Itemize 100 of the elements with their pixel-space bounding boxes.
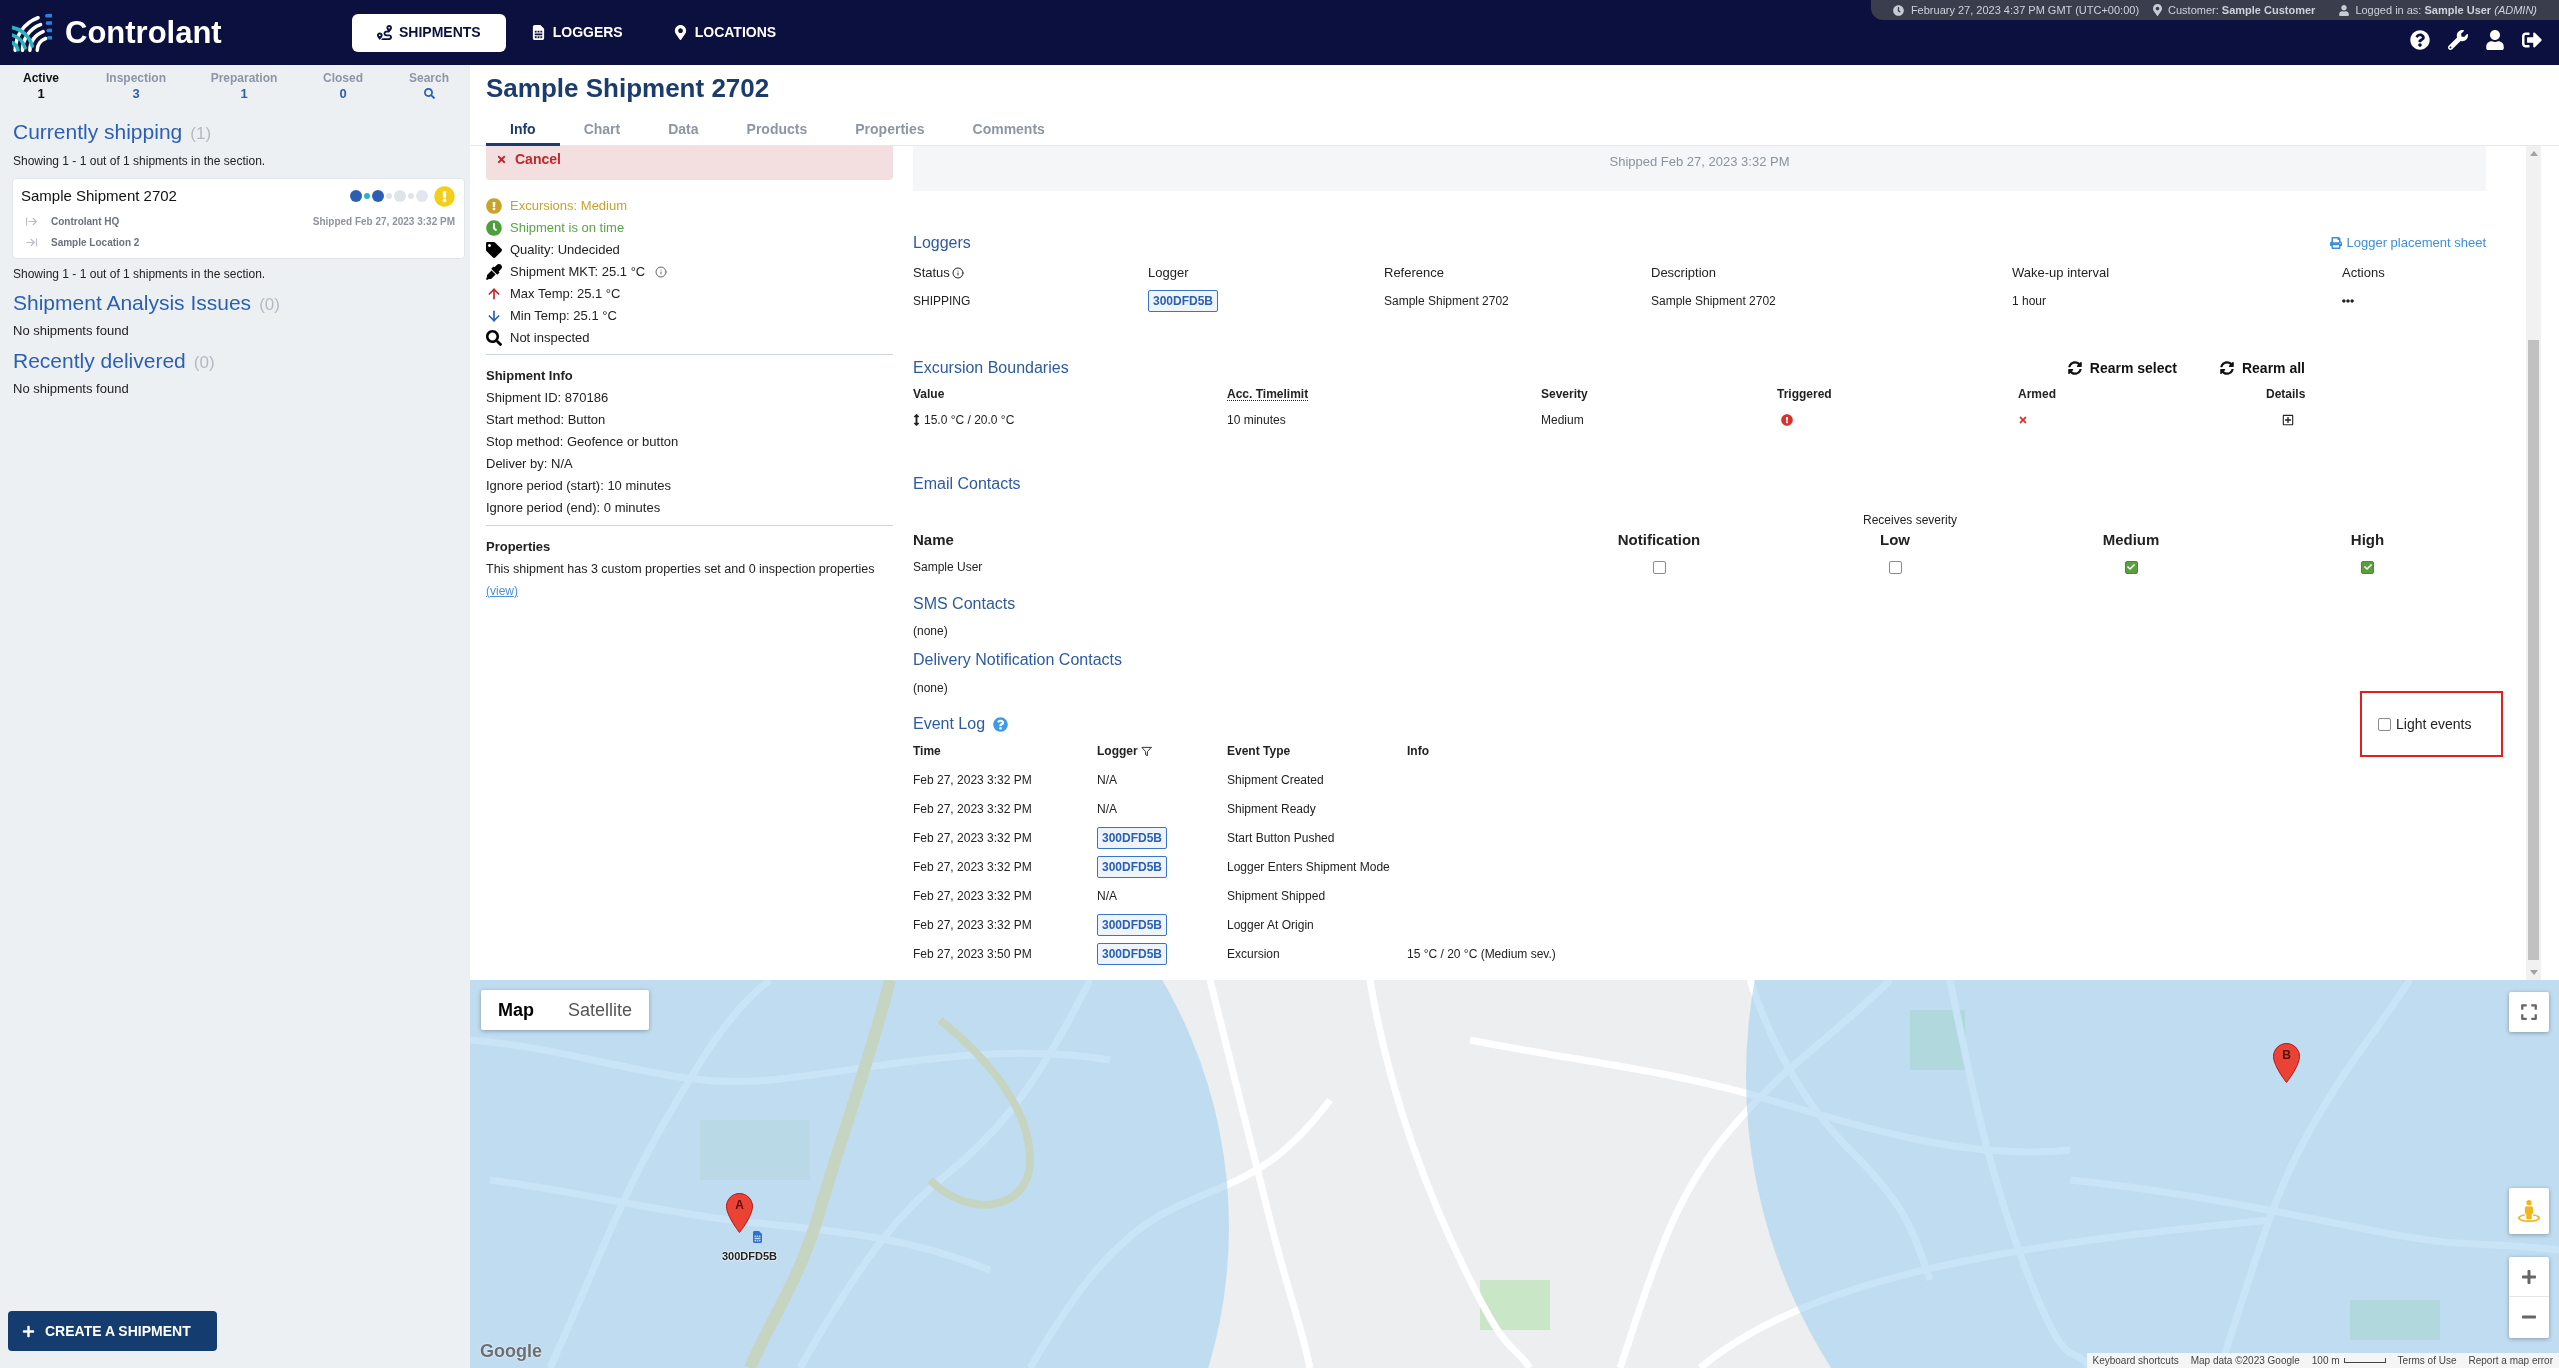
table-cell-text: Sample Shipment 2702: [1384, 293, 1510, 310]
properties-summary: This shipment has 3 custom properties set and 0 inspection properties: [486, 561, 876, 578]
up-arrow-icon[interactable]: [2529, 151, 2538, 156]
map-provider-logo: Google: [480, 1340, 542, 1363]
plus-icon: [22, 1324, 35, 1338]
down-arrow-icon[interactable]: [2529, 970, 2538, 975]
nav-tab[interactable]: LOGGERS: [505, 13, 648, 52]
table-cell-text: Shipment Shipped: [1227, 887, 1327, 905]
table-cell-text: Excursion: [1227, 945, 1281, 963]
scrollbar-thumb[interactable]: [2528, 340, 2539, 960]
logger-tag[interactable]: 300DFD5B: [1097, 855, 1168, 878]
destination-location: Sample Location 2: [51, 236, 140, 250]
logger-tag[interactable]: 300DFD5B: [1097, 942, 1168, 965]
table-cell-text: Feb 27, 2023 3:32 PM: [913, 829, 1033, 847]
route-icon: [377, 25, 392, 40]
tab[interactable]: Data: [644, 115, 723, 146]
map-pin-icon: [672, 25, 688, 40]
info-line: Shipment ID: 870186: [486, 389, 610, 407]
view-link[interactable]: (view): [486, 580, 518, 602]
column-header: Info: [1407, 743, 1429, 760]
tab[interactable]: Chart: [559, 115, 645, 146]
section-heading: Shipment Info: [486, 367, 574, 385]
logger-tag[interactable]: 300DFD5B: [1097, 913, 1168, 936]
column-header: Details: [2266, 386, 2307, 403]
column-header: Name: [913, 530, 955, 550]
user-icon[interactable]: [2486, 30, 2504, 50]
column-header: High: [2350, 530, 2385, 550]
rearm-button[interactable]: Rearm select: [2067, 357, 2177, 379]
tab[interactable]: Comments: [948, 115, 1069, 146]
checkbox[interactable]: [2124, 560, 2138, 574]
cancel-button[interactable]: Cancel: [496, 150, 561, 168]
section-heading: Delivery Notification Contacts: [913, 650, 1122, 670]
map-type-button[interactable]: Satellite: [551, 990, 650, 1030]
checkbox-label[interactable]: Light events: [2396, 713, 2472, 735]
checkbox[interactable]: [1652, 560, 1666, 574]
scrollbar[interactable]: [2526, 146, 2541, 980]
filter-icon[interactable]: [1140, 745, 1152, 757]
wrench-icon[interactable]: [2448, 30, 2468, 50]
map-pin-icon: [2153, 4, 2163, 16]
section-heading: Event Log: [913, 714, 986, 734]
section-count: (0): [259, 294, 280, 316]
checkbox[interactable]: [2361, 560, 2374, 574]
column-header: Severity: [1541, 386, 1589, 403]
nav-tab[interactable]: SHIPMENTS: [352, 13, 506, 52]
checkbox[interactable]: [2378, 717, 2391, 731]
rearm-button[interactable]: Rearm all: [2219, 357, 2305, 379]
info-icon[interactable]: [951, 267, 964, 279]
scale-label: 100 m: [2311, 1354, 2340, 1368]
help-icon[interactable]: [2410, 30, 2430, 50]
shipment-name: Sample Shipment 2702: [21, 185, 177, 206]
map-marker[interactable]: A: [726, 1193, 753, 1233]
map-marker[interactable]: B: [2273, 1043, 2300, 1083]
section-count: (0): [193, 352, 215, 374]
table-cell-text: Sample Shipment 2702: [1651, 293, 1777, 310]
map-type-button[interactable]: Map: [481, 990, 551, 1030]
shipment-title: Sample Shipment 2702: [486, 72, 770, 104]
nav-tab[interactable]: LOCATIONS: [647, 13, 802, 52]
search-icon: [486, 330, 502, 346]
section-tab[interactable]: Preparation 1: [190, 71, 298, 105]
info-icon[interactable]: [655, 266, 668, 278]
column-header: Logger: [1148, 264, 1189, 282]
shipped-time: Shipped Feb 27, 2023 3:32 PM: [312, 215, 455, 229]
section-tab[interactable]: Closed 0: [298, 71, 388, 105]
checkbox[interactable]: [1888, 560, 1902, 574]
section-heading: Email Contacts: [913, 474, 1021, 494]
person-icon: [2518, 1197, 2540, 1225]
status-text: Shipment is on time: [510, 219, 625, 238]
alert-icon: [486, 198, 502, 214]
scale-bar: [2343, 1358, 2386, 1363]
tab[interactable]: Properties: [831, 115, 949, 146]
brand-name: Controlant: [65, 14, 222, 51]
marker-label: 300DFD5B: [722, 1249, 778, 1264]
expand-icon[interactable]: [2282, 414, 2294, 426]
column-header: Value: [913, 386, 946, 403]
create-shipment-button[interactable]: CREATE A SHIPMENT: [8, 1311, 217, 1351]
map-footer-link[interactable]: Keyboard shortcuts: [2092, 1353, 2179, 1368]
section-tab[interactable]: Active 1: [0, 71, 82, 105]
logger-tag[interactable]: 300DFD5B: [1148, 290, 1219, 312]
info-line: Ignore period (end): 0 minutes: [486, 499, 662, 517]
departure-icon: [25, 215, 38, 228]
fullscreen-button[interactable]: [2509, 992, 2549, 1032]
table-cell-text: 15.0 °C / 20.0 °C: [924, 412, 1015, 429]
placement-sheet-link[interactable]: Logger placement sheet: [2329, 233, 2486, 253]
table-cell-text: Feb 27, 2023 3:32 PM: [913, 771, 1033, 789]
logout-icon[interactable]: [2522, 30, 2542, 50]
map-footer-link[interactable]: Report a map error: [2468, 1353, 2553, 1368]
shipment-card[interactable]: Sample Shipment 2702 Controlant HQ Shipped Feb 27, 2023 3:32 PM Sample Location 2: [12, 178, 465, 259]
logger-device-icon: [753, 1231, 762, 1243]
user-icon: [2339, 4, 2350, 16]
table-cell-text: 10 minutes: [1227, 412, 1287, 429]
column-header: Triggered: [1777, 386, 1833, 403]
map-footer-link[interactable]: Terms of Use: [2397, 1353, 2457, 1368]
status-text: Min Temp: 25.1 °C: [510, 307, 617, 326]
logger-tag[interactable]: 300DFD5B: [1097, 826, 1168, 849]
section-tab[interactable]: Inspection 3: [82, 71, 190, 105]
column-header: Actions: [2342, 264, 2385, 282]
section-count: (1): [190, 123, 212, 145]
tab[interactable]: Products: [722, 115, 832, 146]
status-text: Quality: Undecided: [510, 241, 620, 260]
column-header: Notification: [1617, 530, 1701, 550]
